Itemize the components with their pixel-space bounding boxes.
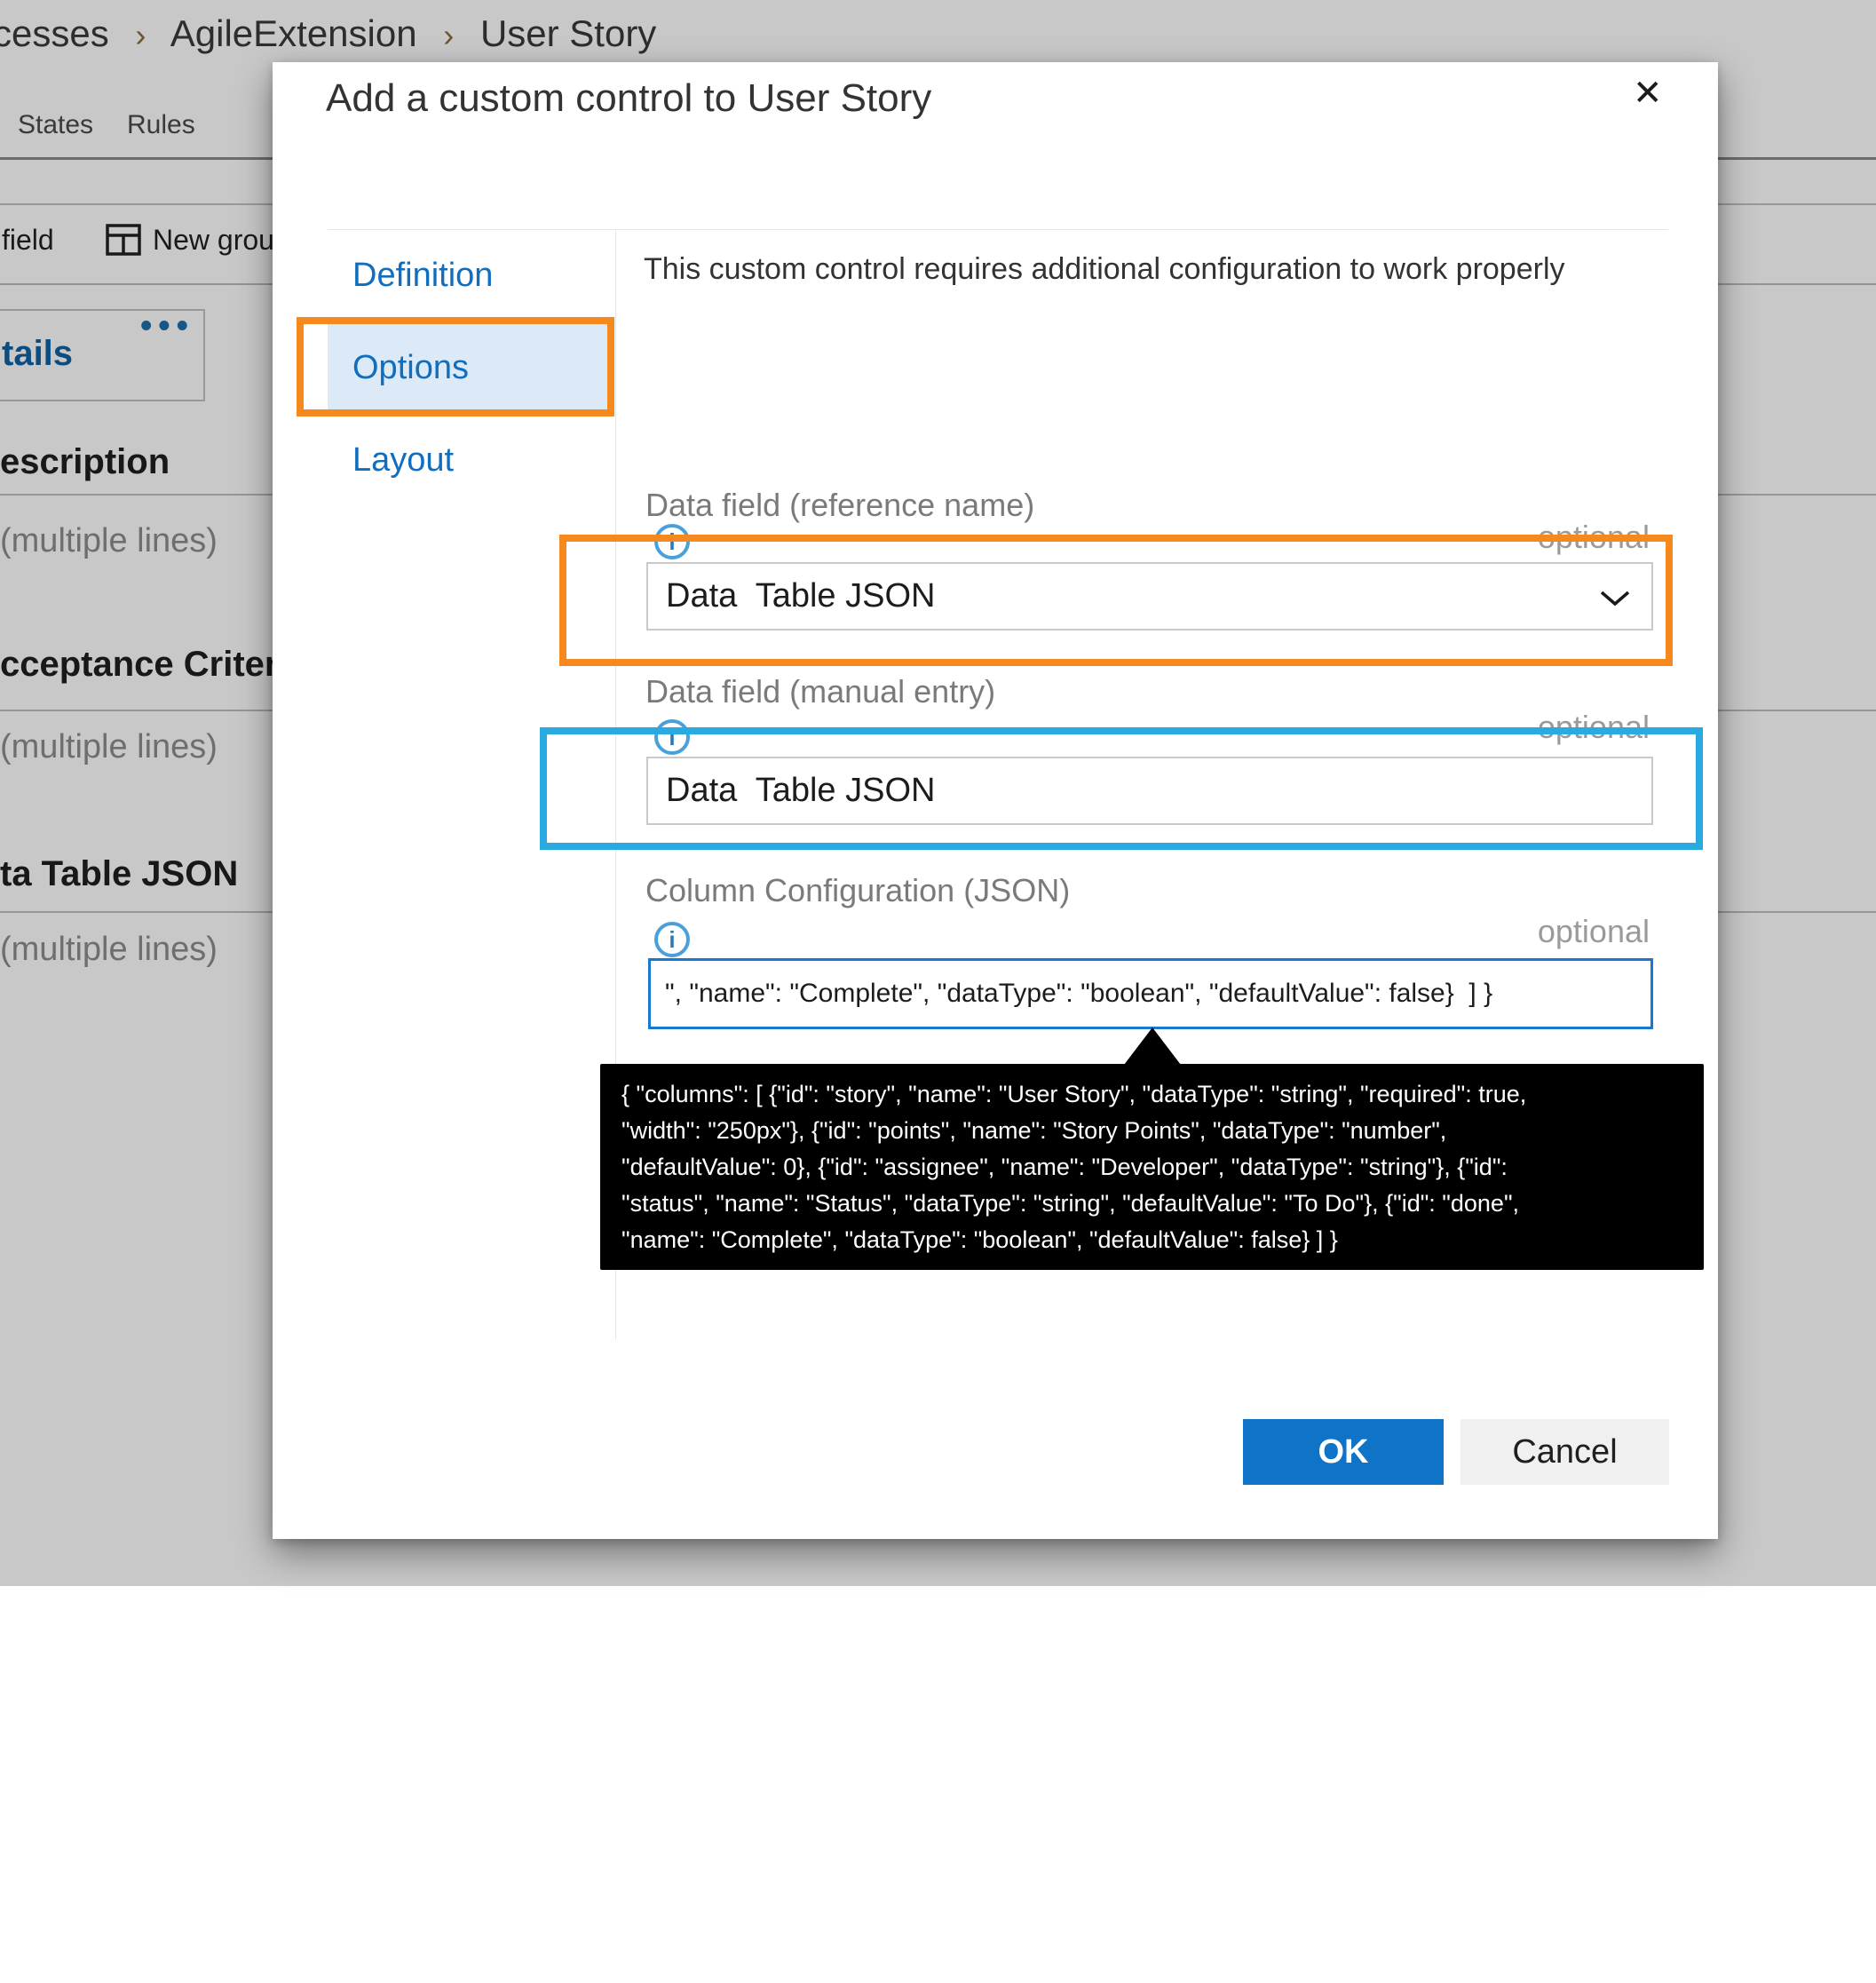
tooltip-arrow — [1121, 1027, 1183, 1068]
tab-layout[interactable]: Layout — [328, 414, 612, 506]
add-custom-control-dialog: Add a custom control to User Story ✕ Def… — [273, 62, 1718, 1539]
tooltip-line: "defaultValue": 0}, {"id": "assignee", "… — [621, 1149, 1682, 1186]
manual-entry-label: Data field (manual entry) — [645, 673, 995, 710]
optional-badge: optional — [1538, 709, 1650, 746]
tooltip-line: "width": "250px"}, {"id": "points", "nam… — [621, 1113, 1682, 1149]
column-configuration-label: Column Configuration (JSON) — [645, 872, 1070, 909]
close-icon[interactable]: ✕ — [1633, 73, 1663, 114]
configuration-warning-text: This custom control requires additional … — [644, 252, 1565, 287]
tooltip-line: "name": "Complete", "dataType": "boolean… — [621, 1222, 1682, 1258]
info-icon[interactable]: i — [654, 922, 690, 957]
tab-options[interactable]: Options — [328, 321, 612, 414]
cancel-button[interactable]: Cancel — [1460, 1419, 1669, 1485]
reference-name-dropdown-value: Data Table JSON — [648, 577, 935, 615]
column-configuration-input-value: ", "name": "Complete", "dataType": "bool… — [651, 979, 1492, 1009]
optional-badge: optional — [1538, 913, 1650, 950]
page-bottom-whitespace — [0, 1586, 1876, 1983]
info-icon[interactable]: i — [654, 719, 690, 755]
column-configuration-input[interactable]: ", "name": "Complete", "dataType": "bool… — [648, 958, 1653, 1029]
screenshot-canvas: cesses › AgileExtension › User Story Sta… — [0, 0, 1876, 1983]
ok-button[interactable]: OK — [1243, 1419, 1444, 1485]
tooltip-line: "status", "name": "Status", "dataType": … — [621, 1186, 1682, 1222]
dialog-title: Add a custom control to User Story — [326, 76, 931, 121]
column-configuration-tooltip: { "columns": [ {"id": "story", "name": "… — [600, 1064, 1704, 1270]
reference-name-label: Data field (reference name) — [645, 487, 1034, 524]
tooltip-line: { "columns": [ {"id": "story", "name": "… — [621, 1076, 1682, 1113]
chevron-down-icon — [1600, 591, 1630, 607]
manual-entry-input-value: Data Table JSON — [648, 772, 935, 810]
optional-badge: optional — [1538, 519, 1650, 556]
reference-name-dropdown[interactable]: Data Table JSON — [646, 562, 1653, 631]
info-icon[interactable]: i — [654, 524, 690, 559]
manual-entry-input[interactable]: Data Table JSON — [646, 757, 1653, 825]
tab-definition[interactable]: Definition — [328, 229, 612, 321]
